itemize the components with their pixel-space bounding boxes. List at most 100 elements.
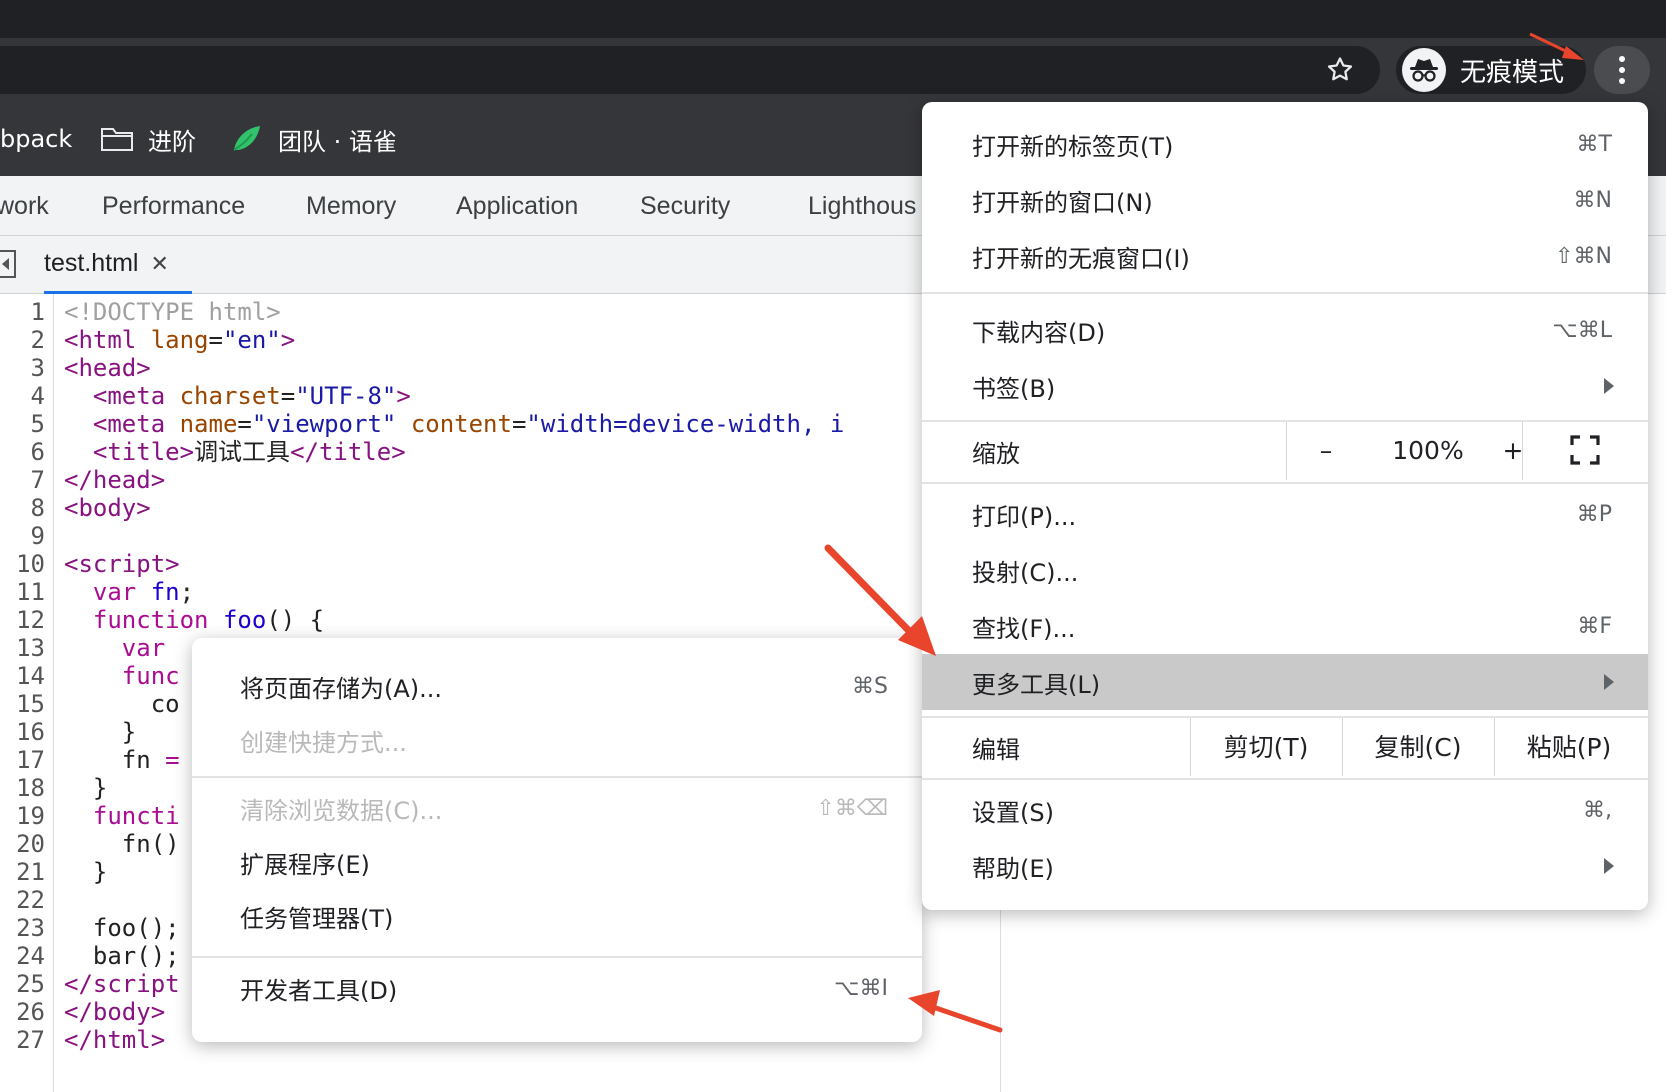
address-bar[interactable]	[0, 46, 1380, 94]
print-item[interactable]: 打印(P)... ⌘P	[922, 486, 1648, 542]
incognito-indicator[interactable]: 无痕模式	[1396, 46, 1586, 94]
cut-button[interactable]: 剪切(T)	[1190, 718, 1342, 774]
line-number[interactable]: 10	[16, 550, 45, 578]
line-number[interactable]: 8	[31, 494, 45, 522]
line-number[interactable]: 23	[16, 914, 45, 942]
new-window-item[interactable]: 打开新的窗口(N) ⌘N	[922, 172, 1648, 228]
settings-item[interactable]: 设置(S) ⌘,	[922, 782, 1648, 838]
line-number[interactable]: 21	[16, 858, 45, 886]
navigator-toggle-icon[interactable]	[0, 250, 16, 278]
bookmark-bpack[interactable]: bpack	[0, 102, 72, 176]
tab-lighthouse[interactable]: Lighthous	[808, 176, 916, 236]
line-number[interactable]: 14	[16, 662, 45, 690]
line-number[interactable]: 24	[16, 942, 45, 970]
line-number-gutter: 1 2 3 4 5 6 7 8 9 10 11 12 13 14 15 16 17 18 19 20 21 22 23 24 2…	[0, 294, 54, 1092]
code-line: <head>	[64, 354, 151, 382]
edit-row: 编辑 剪切(T) 复制(C) 粘贴(P)	[922, 718, 1648, 776]
save-page-as-item[interactable]: 将页面存储为(A)... ⌘S	[192, 658, 922, 714]
line-number[interactable]: 20	[16, 830, 45, 858]
code-token: =	[208, 326, 223, 354]
new-incognito-window-item[interactable]: 打开新的无痕窗口(I) ⇧⌘N	[922, 228, 1648, 284]
menu-item-label: 创建快捷方式...	[240, 728, 407, 757]
code-line: bar();	[64, 942, 180, 970]
line-number[interactable]: 11	[16, 578, 45, 606]
line-number[interactable]: 3	[31, 354, 45, 382]
code-line: foo();	[64, 914, 180, 942]
yuque-logo-icon	[233, 126, 260, 151]
tab-performance[interactable]: Performance	[102, 176, 245, 236]
line-number[interactable]: 25	[16, 970, 45, 998]
code-line: <title>调试工具</title>	[64, 438, 406, 466]
code-token: <html	[64, 326, 151, 354]
line-number[interactable]: 4	[31, 382, 45, 410]
tab-application[interactable]: Application	[456, 176, 578, 236]
menu-item-label: 更多工具(L)	[972, 670, 1101, 699]
line-number[interactable]: 13	[16, 634, 45, 662]
menu-item-label: 任务管理器(T)	[240, 904, 394, 933]
code-token: func	[121, 662, 180, 690]
line-number[interactable]: 2	[31, 326, 45, 354]
line-number[interactable]: 7	[31, 466, 45, 494]
line-number[interactable]: 5	[31, 410, 45, 438]
cast-item[interactable]: 投射(C)...	[922, 542, 1648, 598]
close-icon[interactable]: ✕	[150, 251, 168, 277]
submenu-arrow-icon	[1604, 858, 1614, 874]
bookmark-label: 进阶	[148, 127, 196, 156]
line-number[interactable]: 1	[31, 298, 45, 326]
menu-item-label: 查找(F)...	[972, 614, 1076, 643]
file-tab-test-html[interactable]: test.html ✕	[44, 236, 192, 294]
code-token: "UTF-8"	[295, 382, 397, 410]
line-number[interactable]: 27	[16, 1026, 45, 1054]
kebab-menu-icon[interactable]	[1594, 46, 1650, 94]
line-number[interactable]: 9	[31, 522, 45, 550]
find-item[interactable]: 查找(F)... ⌘F	[922, 598, 1648, 654]
code-token: ;	[179, 578, 195, 606]
menu-item-shortcut: ⌘P	[1576, 501, 1612, 527]
copy-button[interactable]: 复制(C)	[1342, 718, 1494, 774]
downloads-item[interactable]: 下载内容(D) ⌥⌘L	[922, 302, 1648, 358]
line-number[interactable]: 15	[16, 690, 45, 718]
tab-network[interactable]: work	[0, 176, 49, 236]
tab-security[interactable]: Security	[640, 176, 730, 236]
line-number[interactable]: 18	[16, 774, 45, 802]
paste-button[interactable]: 粘贴(P)	[1494, 718, 1644, 774]
code-token: =	[165, 746, 180, 774]
zoom-out-button[interactable]: –	[1286, 422, 1366, 478]
line-number[interactable]: 22	[16, 886, 45, 914]
line-number[interactable]: 16	[16, 718, 45, 746]
line-number[interactable]: 19	[16, 802, 45, 830]
line-number[interactable]: 17	[16, 746, 45, 774]
bookmark-label: 团队 · 语雀	[278, 127, 397, 156]
bookmark-folder-jinjie[interactable]: 进阶	[100, 102, 196, 176]
menu-separator	[192, 956, 922, 958]
line-number[interactable]: 12	[16, 606, 45, 634]
line-number[interactable]: 26	[16, 998, 45, 1026]
more-tools-item[interactable]: 更多工具(L)	[922, 654, 1648, 710]
code-line: }	[64, 774, 107, 802]
code-line: </body>	[64, 998, 165, 1026]
code-token: foo	[222, 606, 267, 634]
line-number[interactable]: 6	[31, 438, 45, 466]
help-item[interactable]: 帮助(E)	[922, 838, 1648, 894]
zoom-row: 缩放 – 100% +	[922, 422, 1648, 480]
bookmark-yuque[interactable]: 团队 · 语雀	[230, 102, 397, 176]
fullscreen-icon[interactable]	[1522, 422, 1648, 478]
code-token: fn	[64, 746, 166, 774]
bookmarks-item[interactable]: 书签(B)	[922, 358, 1648, 414]
code-line: </html>	[64, 1026, 165, 1054]
code-token: var	[121, 634, 166, 662]
tab-memory[interactable]: Memory	[306, 176, 396, 236]
code-line: functi	[64, 802, 180, 830]
new-tab-item[interactable]: 打开新的标签页(T) ⌘T	[922, 116, 1648, 172]
code-line: <!DOCTYPE html>	[64, 298, 281, 326]
star-icon[interactable]	[1322, 52, 1358, 88]
code-token: =	[511, 410, 527, 438]
code-line: fn()	[64, 830, 180, 858]
task-manager-item[interactable]: 任务管理器(T)	[192, 888, 922, 944]
extensions-item[interactable]: 扩展程序(E)	[192, 834, 922, 890]
developer-tools-item[interactable]: 开发者工具(D) ⌥⌘I	[192, 960, 922, 1016]
code-line: co	[64, 690, 180, 718]
